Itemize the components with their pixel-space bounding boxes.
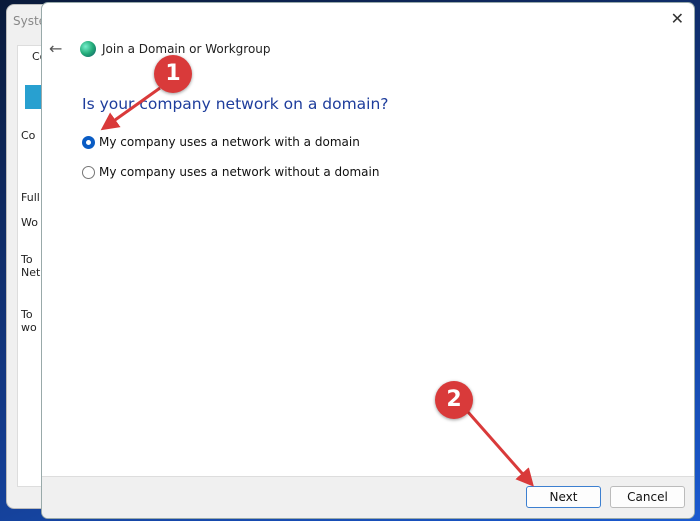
option-label: My company uses a network without a doma… — [99, 165, 380, 179]
background-text: Co — [21, 129, 36, 142]
radio-without-domain[interactable]: My company uses a network without a doma… — [82, 165, 379, 179]
dialog-footer: Next Cancel — [42, 476, 694, 518]
background-text: To — [21, 308, 33, 321]
network-globe-icon — [80, 41, 96, 57]
dialog-title: Join a Domain or Workgroup — [102, 42, 271, 56]
radio-selected-icon[interactable] — [82, 135, 95, 149]
join-domain-dialog: ✕ ← Join a Domain or Workgroup Is your c… — [41, 2, 695, 519]
option-label: My company uses a network with a domain — [99, 135, 360, 149]
question-heading: Is your company network on a domain? — [82, 95, 389, 113]
background-text: Wo — [21, 216, 38, 229]
annotation-badge-1: 1 — [154, 55, 192, 93]
background-text: Full — [21, 191, 40, 204]
cancel-button[interactable]: Cancel — [610, 486, 685, 508]
close-button[interactable]: ✕ — [671, 9, 684, 28]
radio-with-domain[interactable]: My company uses a network with a domain — [82, 135, 360, 149]
background-text: Net — [21, 266, 41, 279]
back-arrow-icon[interactable]: ← — [49, 39, 62, 58]
background-text: wo — [21, 321, 37, 334]
annotation-badge-2: 2 — [435, 381, 473, 419]
next-button[interactable]: Next — [526, 486, 601, 508]
background-text: To — [21, 253, 33, 266]
radio-unselected-icon[interactable] — [82, 165, 95, 179]
